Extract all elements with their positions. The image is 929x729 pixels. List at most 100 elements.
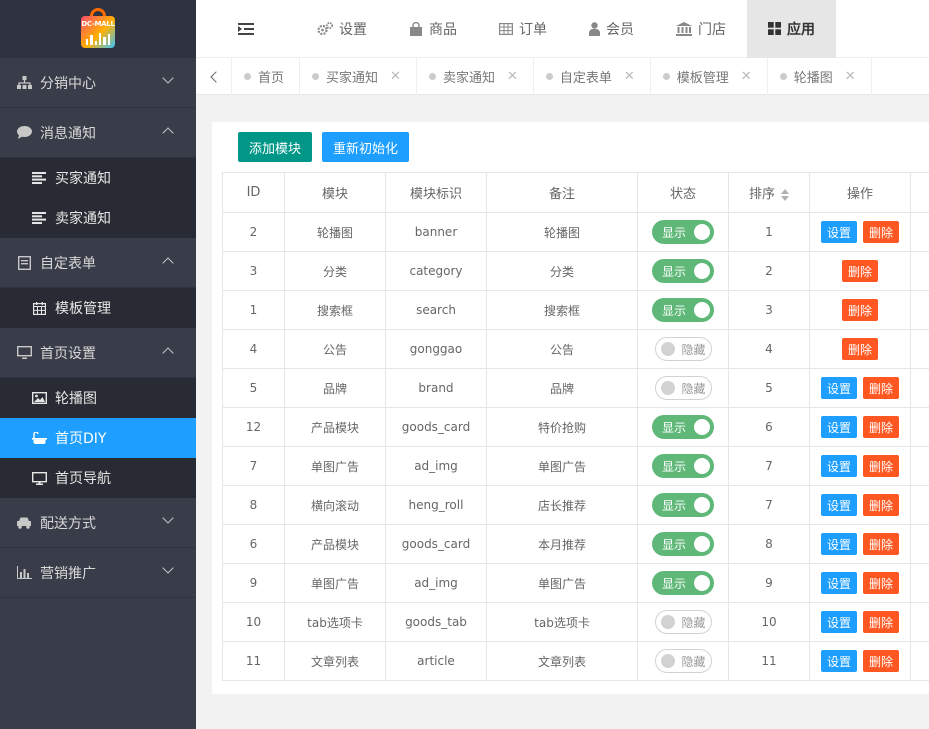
cell-sort: 7 [728, 485, 810, 525]
top-nav-item-3[interactable]: 会员 [568, 0, 655, 58]
status-toggle[interactable]: 隐藏 [654, 610, 712, 634]
table-header-cell[interactable]: 排序 [728, 172, 810, 213]
logo[interactable]: DC-MALL [79, 8, 117, 50]
table-row: 1 搜索框 search 搜索框 显示 3 删除 [222, 290, 929, 330]
toggle-knob [694, 497, 710, 513]
chevron-down-icon [162, 72, 174, 84]
sidebar-group-5[interactable]: 营销推广 [0, 548, 196, 598]
cell-actions: 删除 [809, 290, 911, 330]
close-icon[interactable]: ✕ [741, 69, 752, 84]
tab-5[interactable]: 轮播图 ✕ [768, 58, 872, 95]
monitor-icon [16, 345, 32, 361]
close-icon[interactable]: ✕ [845, 69, 856, 84]
tab-prev-button[interactable] [196, 58, 232, 95]
sidebar-group-0[interactable]: 分销中心 [0, 58, 196, 108]
delete-button[interactable]: 删除 [841, 299, 878, 321]
sort-icon[interactable] [781, 188, 789, 201]
sidebar: DC-MALL 分销中心 消息通知 买家通知 卖家通知 自定表单 模板管理 首页设置 轮播图首… [0, 0, 196, 729]
set-button[interactable]: 设置 [820, 572, 857, 594]
tab-4[interactable]: 模板管理 ✕ [651, 58, 768, 95]
set-button[interactable]: 设置 [820, 533, 857, 555]
close-icon[interactable]: ✕ [390, 69, 401, 84]
cell-module: 产品模块 [284, 524, 386, 564]
cell-status: 显示 [637, 212, 729, 252]
top-nav-item-2[interactable]: 订单 [478, 0, 568, 58]
status-toggle[interactable]: 显示 [652, 220, 714, 244]
delete-button[interactable]: 删除 [863, 455, 900, 477]
tab-dot-icon [244, 73, 251, 80]
header-label: 备注 [548, 187, 575, 202]
status-toggle[interactable]: 显示 [652, 571, 714, 595]
top-nav-item-1[interactable]: 商品 [388, 0, 478, 58]
reinit-button[interactable]: 重新初始化 [322, 132, 410, 162]
cell-actions: 设置 删除 [809, 524, 911, 564]
sidebar-item-3-0[interactable]: 轮播图 [0, 378, 196, 418]
top-nav-item-5[interactable]: 应用 [747, 0, 836, 58]
sidebar-group-2[interactable]: 自定表单 [0, 238, 196, 288]
tab-2[interactable]: 卖家通知 ✕ [417, 58, 534, 95]
delete-button[interactable]: 删除 [863, 377, 900, 399]
status-toggle[interactable]: 显示 [652, 415, 714, 439]
delete-button[interactable]: 删除 [863, 572, 900, 594]
sidebar-toggle-button[interactable] [196, 0, 296, 58]
delete-button[interactable]: 删除 [863, 494, 900, 516]
top-nav-label: 门店 [698, 21, 726, 38]
table-row: 12 产品模块 goods_card 特价抢购 显示 6 设置 删除 [222, 407, 929, 447]
set-button[interactable]: 设置 [820, 455, 857, 477]
delete-button[interactable]: 删除 [841, 260, 878, 282]
sidebar-group-4[interactable]: 配送方式 [0, 498, 196, 548]
top-nav-label: 应用 [787, 21, 815, 38]
delete-button[interactable]: 删除 [863, 533, 900, 555]
close-icon[interactable]: ✕ [507, 69, 518, 84]
cell-id: 7 [222, 446, 285, 486]
toggle-label: 隐藏 [681, 654, 706, 669]
cell-sort: 8 [728, 524, 810, 564]
status-toggle[interactable]: 显示 [652, 298, 714, 322]
status-toggle[interactable]: 显示 [652, 454, 714, 478]
status-toggle[interactable]: 隐藏 [654, 649, 712, 673]
sidebar-item-3-2[interactable]: 首页导航 [0, 458, 196, 498]
cell-module: 公告 [284, 329, 386, 369]
sidebar-item-1-1[interactable]: 卖家通知 [0, 198, 196, 238]
status-toggle[interactable]: 隐藏 [654, 376, 712, 400]
tab-3[interactable]: 自定表单 ✕ [534, 58, 651, 95]
toggle-knob [660, 654, 675, 668]
set-button[interactable]: 设置 [820, 377, 857, 399]
tab-1[interactable]: 买家通知 ✕ [300, 58, 417, 95]
set-button[interactable]: 设置 [820, 221, 857, 243]
sidebar-group-1[interactable]: 消息通知 [0, 108, 196, 158]
cell-id: 4 [222, 329, 285, 369]
delete-button[interactable]: 删除 [863, 650, 900, 672]
toggle-knob [694, 458, 710, 474]
set-button[interactable]: 设置 [820, 650, 857, 672]
status-toggle[interactable]: 显示 [652, 532, 714, 556]
status-toggle[interactable]: 隐藏 [654, 337, 712, 361]
set-button[interactable]: 设置 [820, 611, 857, 633]
status-toggle[interactable]: 显示 [652, 493, 714, 517]
cell-actions: 设置 删除 [809, 212, 911, 252]
sidebar-group-3[interactable]: 首页设置 [0, 328, 196, 378]
delete-button[interactable]: 删除 [863, 611, 900, 633]
cell-id: 9 [222, 563, 285, 603]
sidebar-item-1-0[interactable]: 买家通知 [0, 158, 196, 198]
sidebar-item-3-1[interactable]: 首页DIY [0, 418, 196, 458]
set-button[interactable]: 设置 [820, 494, 857, 516]
add-module-button[interactable]: 添加模块 [238, 132, 313, 162]
sidebar-item-2-0[interactable]: 模板管理 [0, 288, 196, 328]
cell-id: 2 [222, 212, 285, 252]
status-toggle[interactable]: 显示 [652, 259, 714, 283]
close-icon[interactable]: ✕ [624, 69, 635, 84]
cell-id: 12 [222, 407, 285, 447]
delete-button[interactable]: 删除 [863, 221, 900, 243]
cell-spacer [910, 368, 929, 408]
top-nav-item-4[interactable]: 门店 [655, 0, 747, 58]
table-icon [499, 22, 513, 35]
chevron-up-icon [162, 347, 174, 359]
top-nav-item-0[interactable]: 设置 [296, 0, 388, 58]
delete-button[interactable]: 删除 [863, 416, 900, 438]
delete-button[interactable]: 删除 [841, 338, 878, 360]
set-button[interactable]: 设置 [820, 416, 857, 438]
cell-spacer [910, 641, 929, 681]
tab-0[interactable]: 首页 [232, 58, 301, 95]
bath-icon [31, 431, 47, 445]
